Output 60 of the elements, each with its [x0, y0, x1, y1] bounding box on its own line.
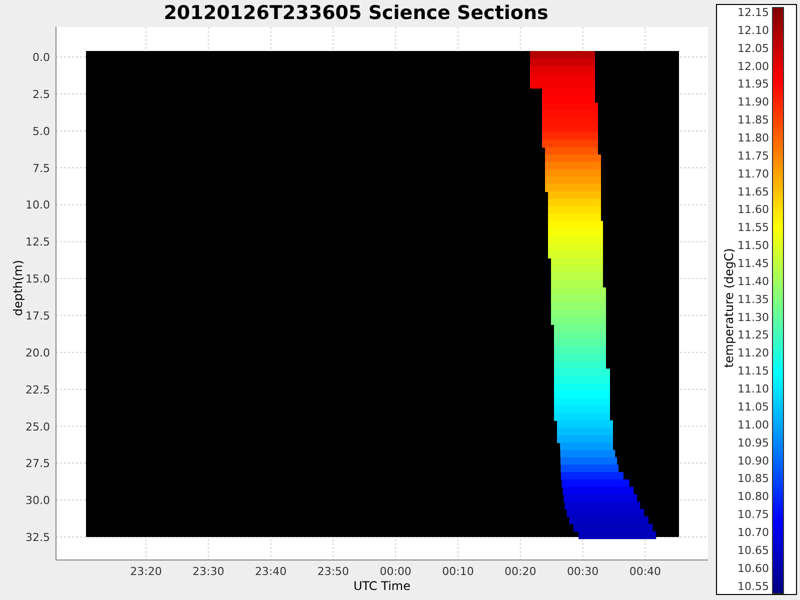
y-tick-label: 5.0	[32, 124, 50, 138]
colorbar-title: temperature (degC)	[722, 248, 736, 368]
colorbar-tick-label: 11.70	[738, 167, 769, 180]
colorbar-tick-label: 11.00	[738, 418, 769, 432]
x-tick-label: 00:30	[566, 565, 599, 578]
colorbar-tick-label: 10.75	[738, 508, 769, 522]
y-tick-label: 17.5	[26, 309, 50, 322]
colorbar-tick-label: 12.15	[738, 6, 769, 19]
colorbar-tick-label: 10.90	[738, 454, 769, 468]
y-tick-label: 20.0	[26, 346, 50, 360]
colorbar-tick-label: 11.85	[738, 114, 769, 127]
colorbar-tick-label: 11.95	[738, 78, 769, 91]
colorbar-tick-label: 11.60	[738, 203, 769, 216]
x-tick-label: 00:20	[504, 565, 536, 578]
y-tick-label: 12.5	[26, 236, 50, 249]
colorbar-tick-label: 11.40	[738, 274, 769, 288]
colorbar-tick-label: 10.60	[738, 562, 769, 575]
y-tick-label: 22.5	[26, 383, 50, 396]
x-tick-label: 00:00	[380, 565, 412, 578]
y-tick-label: 30.0	[26, 494, 50, 508]
colorbar-tick-label: 10.85	[738, 472, 769, 486]
y-tick-label: 15.0	[26, 272, 50, 286]
colorbar-tick-label: 11.50	[738, 239, 769, 252]
y-tick-label: 0.0	[32, 51, 50, 64]
y-tick-label: 32.5	[26, 531, 50, 544]
colorbar-tick-label: 11.65	[738, 185, 769, 198]
colorbar-tick-label: 11.35	[738, 292, 769, 306]
colorbar-tick-label: 11.20	[738, 346, 769, 360]
y-tick-label: 7.5	[32, 162, 50, 175]
x-tick-label: 23:20	[130, 565, 162, 578]
colorbar-tick-label: 11.30	[738, 310, 769, 324]
colorbar-tick-label: 11.10	[738, 382, 769, 396]
x-axis-title: UTC Time	[354, 579, 410, 593]
colorbar-tick-label: 11.45	[738, 257, 769, 270]
colorbar-tick-label: 10.55	[738, 580, 769, 593]
colorbar-tick-label: 10.70	[738, 526, 769, 539]
colorbar-tick-label: 11.90	[738, 96, 769, 109]
chart-title: 20120126T233605 Science Sections	[164, 1, 548, 26]
colorbar-tick-label: 11.05	[738, 400, 769, 414]
colorbar-tick-label: 12.05	[738, 42, 769, 55]
x-tick-label: 23:30	[192, 565, 224, 578]
x-tick-label: 00:40	[629, 565, 662, 578]
colorbar-tick-label: 11.25	[738, 328, 769, 342]
x-tick-label: 00:10	[442, 565, 474, 578]
colorbar-tick-label: 11.80	[738, 132, 769, 144]
x-tick-label: 23:50	[317, 565, 350, 578]
y-tick-label: 25.0	[26, 420, 50, 434]
y-axis-title: depth(m)	[11, 260, 25, 316]
colorbar-tick-label: 11.15	[738, 364, 769, 378]
y-tick-label: 27.5	[26, 457, 50, 470]
colorbar-tick-label: 10.80	[738, 490, 769, 504]
colorbar-tick-label: 10.65	[738, 544, 769, 557]
y-tick-label: 2.5	[32, 88, 50, 101]
colorbar-tick-label: 11.55	[738, 221, 769, 234]
y-tick-label: 10.0	[26, 198, 50, 212]
colorbar-tick-label: 12.10	[738, 24, 769, 37]
colorbar-tick-label: 11.75	[738, 149, 769, 162]
colorbar-tick-label: 12.00	[738, 60, 769, 73]
colorbar-tick-label: 10.95	[738, 436, 769, 450]
x-tick-label: 23:40	[254, 565, 287, 578]
